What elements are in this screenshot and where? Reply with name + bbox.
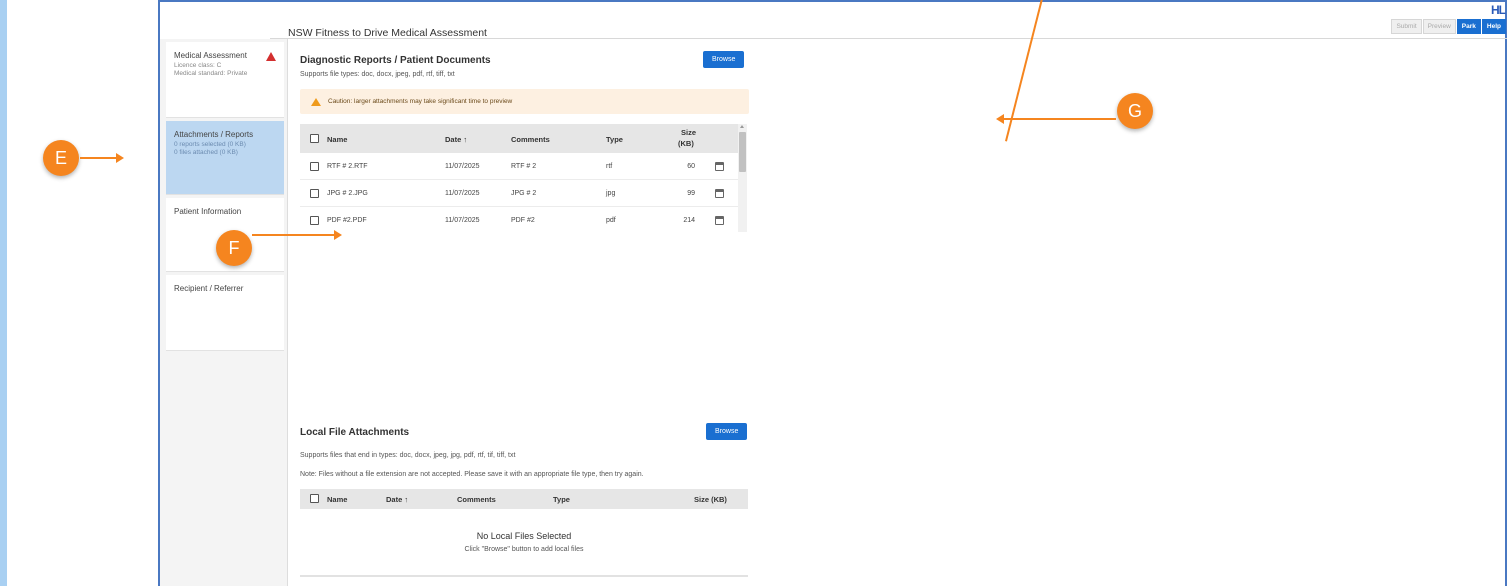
select-all-checkbox[interactable] xyxy=(310,134,319,143)
file-name: RTF # 2.RTF xyxy=(327,163,368,170)
row-checkbox[interactable] xyxy=(310,216,319,225)
preview-icon[interactable] xyxy=(715,162,724,171)
column-date-sort[interactable]: Date ↑ xyxy=(386,495,408,504)
sidebar-item-attachments[interactable]: Attachments / Reports 0 reports selected… xyxy=(166,121,284,195)
left-edge-band xyxy=(0,0,7,586)
empty-state-title: No Local Files Selected xyxy=(476,531,572,541)
file-size: 214 xyxy=(683,217,695,224)
sidebar-item-label: Recipient / Referrer xyxy=(174,284,244,293)
column-name[interactable]: Name xyxy=(327,495,347,504)
caution-icon xyxy=(311,98,321,106)
file-size: 99 xyxy=(687,190,695,197)
file-comments: RTF # 2 xyxy=(511,163,537,170)
diagnostic-browse-button[interactable]: Browse xyxy=(703,51,745,68)
file-comments: PDF #2 xyxy=(511,217,535,224)
main-content: Diagnostic Reports / Patient Documents S… xyxy=(290,39,760,586)
medical-standard-text: Medical standard: Private xyxy=(174,70,248,77)
column-type[interactable]: Type xyxy=(606,135,623,144)
file-name: JPG # 2.JPG xyxy=(327,190,368,197)
file-type: jpg xyxy=(606,190,616,197)
sidebar-item-label: Medical Assessment xyxy=(174,51,247,60)
callout-e-arrow xyxy=(80,153,124,163)
park-button[interactable]: Park xyxy=(1456,19,1481,34)
local-extension-note: Note: Files without a file extension are… xyxy=(300,471,644,478)
preview-icon[interactable] xyxy=(715,189,724,198)
preview-button[interactable]: Preview xyxy=(1422,19,1456,34)
reports-selected-text: 0 reports selected (0 KB) xyxy=(174,141,246,148)
row-checkbox[interactable] xyxy=(310,162,319,171)
top-action-bar: Submit Preview Park Help xyxy=(1390,19,1506,34)
help-button[interactable]: Help xyxy=(1481,19,1506,34)
callout-f: F xyxy=(216,230,252,266)
column-name[interactable]: Name xyxy=(327,135,347,144)
caution-text: Caution: larger attachments may take sig… xyxy=(328,98,513,105)
file-type: rtf xyxy=(606,163,613,170)
row-checkbox[interactable] xyxy=(310,189,319,198)
column-date-sort[interactable]: Date ↑ xyxy=(445,135,467,144)
file-date: 11/07/2025 xyxy=(445,163,480,170)
column-comments[interactable]: Comments xyxy=(457,495,496,504)
file-size: 60 xyxy=(687,163,695,170)
column-size[interactable]: Size (KB) xyxy=(694,495,727,504)
sidebar-item-medical-assessment[interactable]: Medical Assessment Licence class: C Medi… xyxy=(166,42,284,118)
sidebar-item-label: Attachments / Reports xyxy=(174,130,254,139)
file-date: 11/07/2025 xyxy=(445,217,480,224)
select-all-checkbox[interactable] xyxy=(310,494,319,503)
column-comments[interactable]: Comments xyxy=(511,135,550,144)
diagnostic-table: Name Date ↑ Comments Type Size (KB) RTF … xyxy=(300,124,748,232)
file-name: PDF #2.PDF xyxy=(327,217,367,224)
table-row[interactable]: JPG # 2.JPG 11/07/2025 JPG # 2 jpg 99 xyxy=(300,180,738,207)
file-comments: JPG # 2 xyxy=(511,190,537,197)
local-browse-button[interactable]: Browse xyxy=(706,423,748,440)
hl-logo: HL xyxy=(1491,3,1506,17)
file-date: 11/07/2025 xyxy=(445,190,480,197)
column-size[interactable]: Size xyxy=(681,128,696,137)
submit-button[interactable]: Submit xyxy=(1391,19,1422,34)
sidebar-item-label: Patient Information xyxy=(174,207,242,216)
column-type[interactable]: Type xyxy=(553,495,570,504)
caution-banner: Caution: larger attachments may take sig… xyxy=(300,89,749,114)
local-files-table: Name Date ↑ Comments Type Size (KB) No L… xyxy=(300,489,748,575)
preview-icon[interactable] xyxy=(715,216,724,225)
table-bottom-edge xyxy=(300,575,748,577)
column-size-unit: (KB) xyxy=(678,139,694,148)
table-row[interactable]: PDF #2.PDF 11/07/2025 PDF #2 pdf 214 xyxy=(300,207,738,234)
table-header: Name Date ↑ Comments Type Size (KB) xyxy=(300,489,748,509)
files-attached-text: 0 files attached (0 KB) xyxy=(174,149,238,156)
callout-g: G xyxy=(1117,93,1153,129)
diagnostic-section-title: Diagnostic Reports / Patient Documents xyxy=(300,55,491,66)
warning-icon xyxy=(266,52,276,61)
scroll-thumb[interactable] xyxy=(739,132,746,172)
file-type: pdf xyxy=(606,217,616,224)
table-scrollbar[interactable] xyxy=(738,124,747,232)
scroll-up-arrow[interactable] xyxy=(740,125,744,128)
local-supported-types: Supports files that end in types: doc, d… xyxy=(300,452,516,459)
table-header: Name Date ↑ Comments Type Size (KB) xyxy=(300,124,738,153)
sidebar-item-recipient-referrer[interactable]: Recipient / Referrer xyxy=(166,275,284,351)
callout-g-arrow xyxy=(996,114,1116,124)
callout-f-arrow xyxy=(252,230,342,240)
licence-class-text: Licence class: C xyxy=(174,62,222,69)
sidebar: Medical Assessment Licence class: C Medi… xyxy=(160,39,288,586)
table-row[interactable]: RTF # 2.RTF 11/07/2025 RTF # 2 rtf 60 xyxy=(300,153,738,180)
diagnostic-supported-types: Supports file types: doc, docx, jpeg, pd… xyxy=(300,71,455,78)
empty-state-hint: Click "Browse" button to add local files xyxy=(464,546,584,553)
callout-e: E xyxy=(43,140,79,176)
local-section-title: Local File Attachments xyxy=(300,427,410,438)
